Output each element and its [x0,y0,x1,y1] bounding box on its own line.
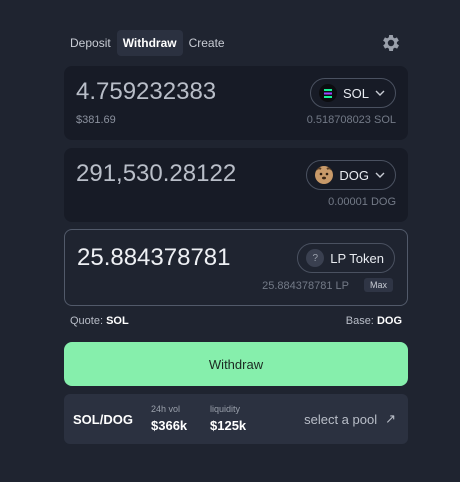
lp-token-icon: ? [306,249,325,267]
sol-balance: 0.518708023 SOL [306,114,396,126]
dog-token-select[interactable]: DOG [306,160,396,190]
lp-token-select[interactable]: ? LP Token [297,243,395,273]
base-label: Base: [345,315,374,327]
chevron-down-icon [375,170,385,181]
sol-token-icon [318,84,337,102]
pool-info-bar: SOL/DOG 24h vol $366k liquidity $125k se… [64,394,408,444]
tab-withdraw[interactable]: Withdraw [116,30,183,56]
lp-amount-card: 25.884378781 ? LP Token 25.884378781 LP … [64,229,408,306]
base-info: Base: DOG [346,315,402,327]
sol-token-label: SOL [342,85,369,101]
dog-token-icon [315,166,334,184]
liquidity-label: liquidity [210,404,241,414]
base-value: DOG [376,315,402,327]
quote-info: Quote: SOL [70,315,129,327]
volume-value: $366k [151,418,188,433]
lp-token-label: LP Token [330,250,384,266]
quote-label: Quote: [70,315,104,327]
liquidity-value: $125k [210,418,247,433]
arrow-up-right-icon: ↗ [385,411,396,426]
dog-token-label: DOG [339,167,369,183]
sol-amount-card: 4.759232383 $381.69 SOL 0.518708023 SOL [64,66,408,140]
sol-token-select[interactable]: SOL [309,78,396,108]
quote-value: SOL [106,315,129,327]
sol-amount-input[interactable]: 4.759232383 [76,78,236,106]
tab-bar: Deposit Withdraw Create [64,30,231,56]
volume-label: 24h vol [151,404,181,414]
tab-create[interactable]: Create [183,30,231,56]
lp-amount-input[interactable]: 25.884378781 [77,244,237,272]
tab-deposit[interactable]: Deposit [64,30,117,56]
select-pool-button[interactable]: select a pool ↗ [304,411,396,427]
chevron-down-icon [375,88,385,99]
dog-balance: 0.00001 DOG [328,196,396,208]
dog-amount-card: 291,530.281227 DOG 0.00001 DOG [64,148,408,222]
max-button[interactable]: Max [363,278,393,292]
dog-amount-input[interactable]: 291,530.281227 [76,160,236,188]
pair-info-row: Quote: SOL Base: DOG [70,315,402,327]
gear-icon[interactable] [380,32,402,54]
pool-pair-name: SOL/DOG [73,412,133,427]
withdraw-button[interactable]: Withdraw [64,342,408,386]
select-pool-label: select a pool [304,411,378,427]
sol-usd-value: $381.69 [76,114,116,126]
lp-balance: 25.884378781 LP [262,280,349,292]
